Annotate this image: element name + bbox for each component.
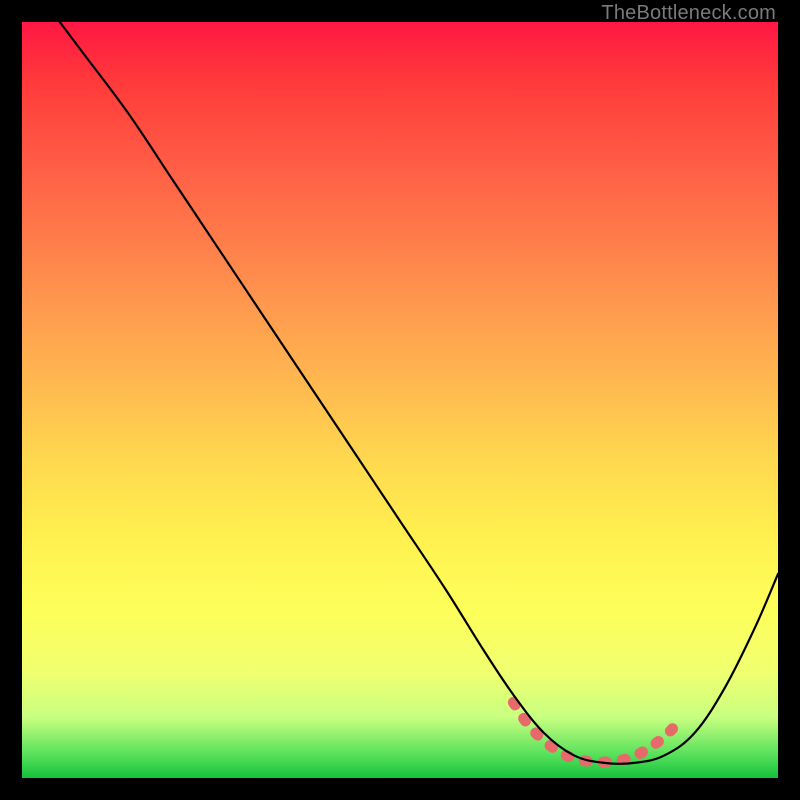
optimal-marker-band	[513, 702, 679, 762]
plot-area	[22, 22, 778, 778]
chart-stage: TheBottleneck.com	[0, 0, 800, 800]
curve-layer	[22, 22, 778, 778]
bottleneck-curve-line	[60, 22, 778, 764]
